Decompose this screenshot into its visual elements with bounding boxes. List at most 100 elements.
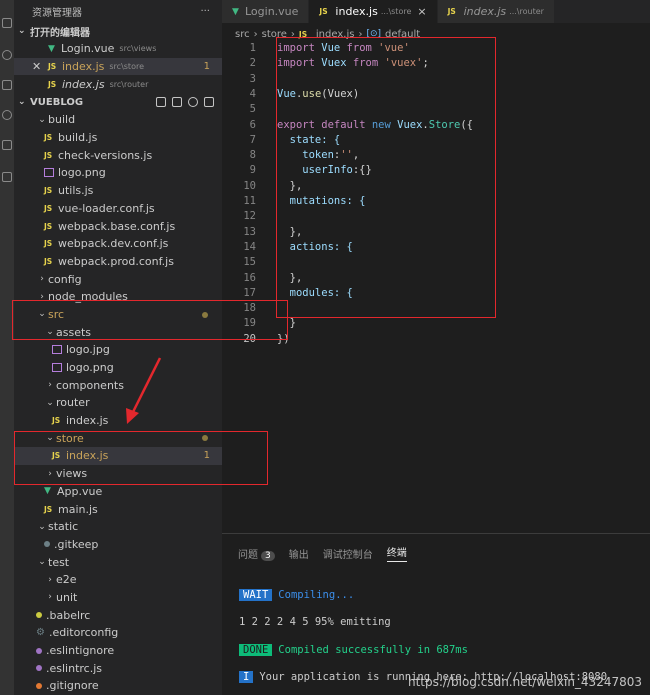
code-token: Vue [277,87,296,100]
tree-item-label: webpack.prod.conf.js [58,254,174,268]
code-token: import [277,42,315,54]
tab-login-vue[interactable]: ▼ Login.vue [222,0,310,23]
more-actions-button[interactable]: ··· [200,6,210,17]
line-number: 1 [249,42,256,54]
search-icon[interactable] [2,50,12,60]
chevron-right-icon: › [358,28,363,40]
breadcrumb-item[interactable]: store [262,29,287,40]
js-file-icon: JS [44,133,53,143]
tree-item[interactable]: .eslintignore [14,642,222,660]
code-line: } [277,317,296,330]
tree-item[interactable]: JS check-versions.js [14,146,222,164]
tree-item[interactable]: logo.jpg [14,341,222,359]
tree-item[interactable]: JS index.js [14,412,222,430]
terminal-line: DONE Compiled successfully in 687ms [239,644,468,656]
tree-item[interactable]: ⌄ build [14,111,222,129]
line-number: 9 [249,164,256,177]
tree-item[interactable]: › views [14,465,222,483]
chevron-down-icon: ⌄ [46,397,54,408]
tab-path: ...\store [380,7,412,16]
tree-item[interactable]: .eslintrc.js [14,659,222,677]
close-icon[interactable]: × [417,5,426,18]
tree-item[interactable]: › unit [14,589,222,607]
tab-store-index-js[interactable]: JS index.js ...\store × [309,0,438,23]
tree-item-label: .gitkeep [54,537,99,551]
explorer-sidebar: 资源管理器 ··· ⌄ 打开的编辑器 ▼ Login.vue src\views… [14,0,222,695]
breadcrumb-item[interactable]: index.js [316,29,355,40]
tree-item[interactable]: › components [14,376,222,394]
tab-label: index.js [463,5,507,18]
tree-item[interactable]: ▼ App.vue [14,483,222,501]
tree-item[interactable]: logo.png [14,359,222,377]
tree-item[interactable]: JS index.js 1 [14,447,222,465]
open-editor-name: index.js [62,60,105,74]
debug-icon[interactable] [2,110,12,120]
tree-item[interactable]: JS build.js [14,129,222,147]
breadcrumb-item[interactable]: default [385,29,420,40]
open-editors-section[interactable]: ⌄ 打开的编辑器 [14,22,222,40]
tree-item[interactable]: ⌄ router [14,394,222,412]
code-line: }, [277,179,303,192]
tab-label: Login.vue [245,5,299,18]
tree-item[interactable]: › node_modules [14,288,222,306]
tree-item-label: logo.jpg [66,343,110,357]
open-editors-label: 打开的编辑器 [30,27,90,39]
tree-item[interactable]: ⌄ assets [14,323,222,341]
tree-item[interactable]: ⚙ .editorconfig [14,624,222,642]
tree-item[interactable]: JS webpack.prod.conf.js [14,253,222,271]
breadcrumb-item[interactable]: src [235,29,250,40]
tree-item[interactable]: JS vue-loader.conf.js [14,200,222,218]
close-icon[interactable]: ✕ [32,60,48,73]
tree-item[interactable]: JS webpack.dev.conf.js [14,235,222,253]
tree-item[interactable]: logo.png [14,164,222,182]
tab-output[interactable]: 输出 [289,546,309,561]
tree-item[interactable]: JS main.js [14,500,222,518]
open-editor-item[interactable]: ✕ JS index.js src\store 1 [14,57,222,76]
file-tree: ⌄ build JS build.js JS check-versions.js logo.… [14,111,222,695]
tree-item[interactable]: › e2e [14,571,222,589]
tree-item-label: main.js [58,502,98,516]
symbol-icon: [⊙] [366,29,382,39]
open-editor-item[interactable]: JS index.js src\router [14,75,222,93]
collapse-all-icon[interactable] [204,97,214,108]
tree-item-label: logo.png [58,166,106,180]
tree-item[interactable]: ⌄ static [14,518,222,536]
refresh-icon[interactable] [188,97,198,108]
tree-item-label: build.js [58,131,98,145]
tree-item-label: webpack.base.conf.js [58,219,176,233]
tree-item[interactable]: .gitignore [14,677,222,695]
line-number: 12 [243,210,256,223]
tree-item[interactable]: .babelrc [14,606,222,624]
line-number: 19 [243,317,256,330]
tree-item[interactable]: ⌄ src [14,306,222,324]
tree-item-label: config [48,272,82,286]
code-editor[interactable]: 1 2 3 4 5 6 7 8 9 10 11 12 13 14 15 16 17 18 19 20 import V… [222,42,650,532]
extensions-icon[interactable] [2,172,12,182]
code-token: '' [340,149,353,162]
explorer-icon[interactable] [2,18,12,28]
tree-item[interactable]: .gitkeep [14,536,222,554]
tree-item[interactable]: › config [14,270,222,288]
vue-file-icon: ▼ [48,43,55,54]
tree-item[interactable]: JS webpack.base.conf.js [14,217,222,235]
code-token: token [277,149,334,162]
tree-item[interactable]: JS utils.js [14,182,222,200]
tree-item[interactable]: ⌄ test [14,553,222,571]
js-file-icon: JS [48,79,57,89]
chevron-down-icon: ⌄ [46,327,54,338]
tab-debug-console[interactable]: 调试控制台 [323,546,373,561]
tab-terminal[interactable]: 终端 [386,544,407,562]
open-editor-item[interactable]: ▼ Login.vue src\views [14,40,222,58]
tab-router-index-js[interactable]: JS index.js ...\router [437,0,555,23]
new-file-icon[interactable] [156,97,166,108]
source-control-icon[interactable] [2,80,12,90]
tab-problems[interactable]: 问题 3 [238,546,275,561]
chevron-down-icon: ⌄ [18,97,26,108]
run-icon[interactable] [2,140,12,150]
new-folder-icon[interactable] [172,97,182,108]
project-section[interactable]: ⌄ VUEBLOG [14,93,222,111]
tree-item[interactable]: ⌄ store [14,429,222,447]
chevron-down-icon: ⌄ [18,26,26,36]
vue-file-icon: ▼ [232,6,239,17]
code-token: Vue [314,42,347,54]
